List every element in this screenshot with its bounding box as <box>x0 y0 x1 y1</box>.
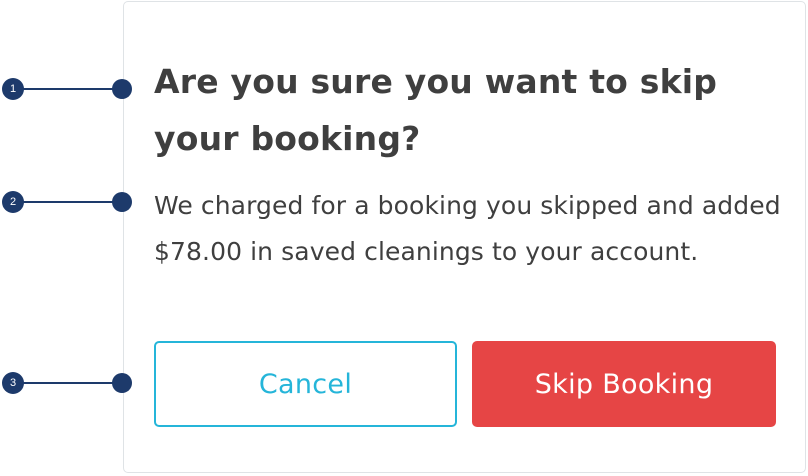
annotation-marker-1: 1 <box>0 72 135 106</box>
dialog-message: We charged for a booking you skipped and… <box>154 191 781 266</box>
dialog-title: Are you sure you want to skip your booki… <box>154 62 718 158</box>
annotation-pointer-dot <box>112 192 132 212</box>
annotation-badge: 1 <box>2 78 24 100</box>
annotation-badge: 2 <box>2 191 24 213</box>
annotation-connector-line <box>22 382 122 384</box>
cancel-button[interactable]: Cancel <box>154 341 457 427</box>
annotation-connector-line <box>22 88 122 90</box>
annotation-badge: 3 <box>2 372 24 394</box>
annotation-marker-3: 3 <box>0 366 135 400</box>
annotation-pointer-dot <box>112 79 132 99</box>
skip-booking-button[interactable]: Skip Booking <box>472 341 776 427</box>
annotation-marker-2: 2 <box>0 185 135 219</box>
screenshot-stage: Are you sure you want to skip your booki… <box>0 0 808 476</box>
annotation-pointer-dot <box>112 373 132 393</box>
annotation-connector-line <box>22 201 122 203</box>
